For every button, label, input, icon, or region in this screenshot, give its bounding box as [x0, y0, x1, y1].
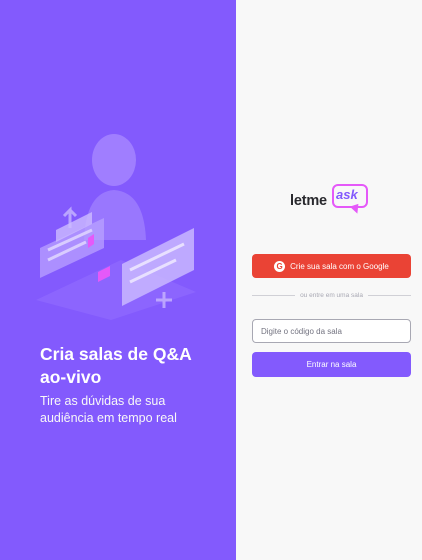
logo-ask: ask — [336, 187, 358, 202]
illustration-q-and-a — [36, 134, 196, 320]
separator: ou entre em uma sala — [252, 292, 411, 299]
aside-subtitle: Tire as dúvidas de sua audiência em temp… — [40, 394, 177, 425]
create-room-google-label: Crie sua sala com o Google — [290, 261, 389, 271]
separator-line-left — [252, 295, 296, 296]
enter-room-button[interactable]: Entrar na sala — [252, 352, 411, 377]
room-code-input[interactable] — [252, 319, 411, 343]
main-content: letme ask G Crie sua sala com o Google o… — [236, 0, 422, 560]
aside-panel: Cria salas de Q&A ao-vivo Tire as dúvida… — [0, 0, 236, 560]
logo-letme: letme — [290, 193, 327, 209]
create-room-google-button[interactable]: G Crie sua sala com o Google — [252, 254, 411, 278]
aside-title: Cria salas de Q&A ao-vivo — [40, 344, 192, 387]
enter-room-label: Entrar na sala — [306, 360, 357, 369]
letmeask-logo: letme ask — [290, 183, 372, 221]
auth-page: Cria salas de Q&A ao-vivo Tire as dúvida… — [0, 0, 422, 560]
google-icon: G — [274, 260, 286, 272]
separator-text: ou entre em uma sala — [300, 292, 363, 299]
separator-line-right — [367, 295, 411, 296]
